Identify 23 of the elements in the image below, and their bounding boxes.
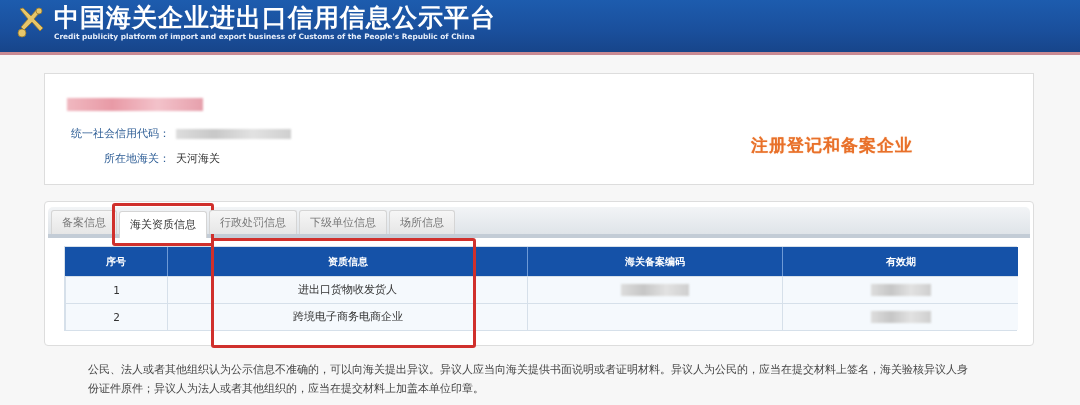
emblem-icon: [14, 4, 46, 41]
table-cell: 跨境电子商务电商企业: [167, 303, 527, 330]
table-cell: 2: [65, 303, 167, 330]
enterprise-type-label: 注册登记和备案企业: [751, 134, 913, 157]
tab[interactable]: 海关资质信息: [119, 211, 207, 238]
table-cell: 1: [65, 276, 167, 303]
redaction-mark: [621, 284, 689, 296]
tab[interactable]: 场所信息: [389, 210, 455, 234]
notice-paragraph: 公民、法人或者其他组织认为公示信息不准确的，可以向海关提出异议。异议人应当向海关提供书面说明或者证明材料。异议人为公民的，应当在提交材料上签名，海关验核异议人身份证件原件；异议人为法人或者其他组织的，应当在提交材料上加盖本单位印章。: [88, 362, 969, 396]
column-header: 资质信息: [167, 247, 527, 276]
field-value: 天河海关: [176, 151, 220, 166]
column-header: 有效期: [782, 247, 1018, 276]
field-label: 统一社会信用代码：: [70, 126, 170, 141]
redaction-mark: [870, 311, 931, 323]
site-title: 中国海关企业进出口信用信息公示平台: [54, 4, 496, 32]
field-label: 所在地海关：: [103, 151, 170, 166]
column-header: 海关备案编码: [527, 247, 782, 276]
table-cell: 进出口货物收发货人: [167, 276, 527, 303]
tab[interactable]: 行政处罚信息: [209, 210, 297, 234]
redaction-mark: [870, 284, 931, 296]
tab[interactable]: 下级单位信息: [299, 210, 387, 234]
tab[interactable]: 备案信息: [51, 210, 117, 234]
column-header: 序号: [65, 247, 167, 276]
